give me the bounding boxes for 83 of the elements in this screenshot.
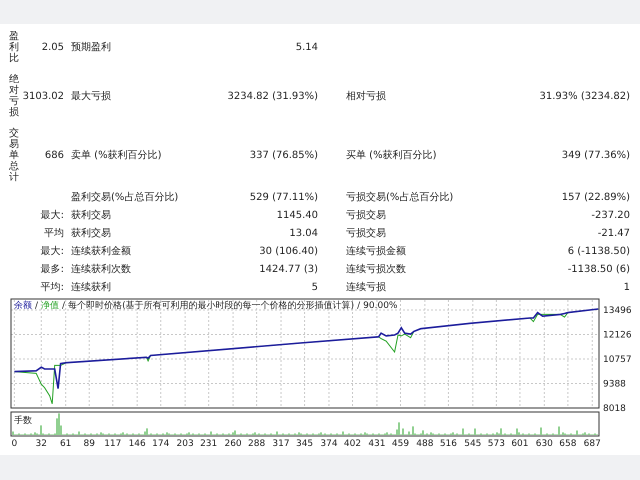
- stat-label: 买单 (%获利百分比): [346, 150, 436, 160]
- stat-label: 连续获利金额: [71, 246, 131, 256]
- axis-label: 431: [368, 439, 386, 449]
- stat-value: 6 (-1138.50): [568, 246, 630, 256]
- stat-lead: 3103.02: [22, 90, 64, 102]
- axis-label: 13496: [603, 306, 632, 316]
- stat-label: 连续获利次数: [71, 264, 131, 274]
- axis-label: 260: [224, 439, 242, 449]
- stat-lead: 2.05: [42, 42, 64, 52]
- stat-value: -21.47: [598, 228, 630, 238]
- row-heading: 盈利比: [9, 30, 19, 64]
- axis-label: 9388: [603, 380, 626, 390]
- axis-label: 89: [84, 439, 95, 449]
- stat-value: 529 (77.11%): [250, 192, 318, 202]
- stat-label: 连续亏损: [346, 282, 386, 292]
- stat-value: 1: [624, 282, 630, 292]
- stat-label: 获利交易: [71, 228, 111, 238]
- legend-label: 余额: [14, 301, 32, 311]
- stat-label: 预期盈利: [71, 42, 111, 52]
- stat-value: 3234.82 (31.93%): [228, 90, 318, 102]
- row-heading: 交易单总计: [9, 128, 19, 182]
- stat-label: 连续亏损次数: [346, 264, 406, 274]
- axis-label: 374: [320, 439, 338, 449]
- axis-label: 203: [176, 439, 194, 449]
- axis-label: 61: [60, 439, 72, 449]
- legend-separator: /: [62, 301, 66, 311]
- stat-value: 5.14: [296, 42, 318, 52]
- stat-lead: 平均:: [40, 282, 64, 292]
- axis-label: 12126: [603, 330, 632, 340]
- axis-label: 288: [248, 439, 266, 449]
- axis-label: 658: [559, 439, 576, 449]
- axis-label: 687: [584, 439, 601, 449]
- axis-label: 174: [152, 439, 170, 449]
- stat-value: 13.04: [289, 228, 318, 238]
- stat-label: 盈利交易(%占总百分比): [71, 192, 178, 202]
- stat-lead: 686: [44, 150, 64, 160]
- modelling-quality: 90.00%: [363, 301, 398, 311]
- axis-label: 459: [392, 439, 410, 449]
- stat-value: -237.20: [591, 210, 630, 220]
- row-heading: 绝对亏损: [9, 74, 19, 118]
- volume-label: 手数: [14, 416, 32, 426]
- stat-lead: 最多:: [40, 264, 64, 274]
- axis-label: 32: [36, 439, 47, 449]
- stat-value: 157 (22.89%): [562, 192, 630, 202]
- axis-label: 516: [440, 439, 458, 449]
- stat-label: 连续获利: [71, 282, 111, 292]
- stat-value: 5: [312, 282, 318, 292]
- stat-value: 337 (76.85%): [250, 150, 318, 160]
- axis-label: 0: [12, 439, 18, 449]
- stat-lead: 最大:: [40, 246, 64, 256]
- stat-label: 亏损交易: [346, 228, 386, 238]
- chart-description: 每个即时价格(基于所有可利用的最小时段的每一个价格的分形插值计算): [68, 301, 354, 311]
- axis-label: 231: [200, 439, 218, 449]
- axis-label: 8018: [603, 404, 626, 414]
- axis-label: 117: [104, 439, 122, 449]
- stat-lead: 平均: [44, 228, 64, 238]
- stat-label: 获利交易: [71, 210, 111, 220]
- axis-label: 630: [536, 439, 553, 449]
- axis-label: 545: [464, 439, 482, 449]
- stat-value: 31.93% (3234.82): [540, 90, 630, 102]
- axis-label: 10757: [603, 355, 632, 365]
- axis-label: 317: [272, 439, 290, 449]
- stat-label: 亏损交易(%占总百分比): [346, 192, 454, 202]
- stat-label: 连续亏损金额: [346, 246, 406, 256]
- axis-label: 573: [488, 439, 505, 449]
- stat-label: 相对亏损: [346, 90, 386, 102]
- legend-label: 净值: [41, 301, 60, 311]
- stat-value: 1424.77 (3): [259, 264, 318, 274]
- legend-separator: /: [35, 301, 38, 311]
- axis-label: 601: [511, 439, 529, 449]
- stat-lead: 最大:: [40, 210, 64, 220]
- stat-label: 最大亏损: [71, 90, 111, 102]
- stat-label: 卖单 (%获利百分比): [71, 150, 162, 160]
- axis-label: 146: [128, 439, 146, 449]
- axis-label: 488: [416, 439, 434, 449]
- stat-value: 1145.40: [276, 210, 318, 220]
- legend-separator: /: [357, 301, 360, 311]
- stat-value: 30 (106.40): [259, 246, 318, 256]
- stat-value: -1138.50 (6): [568, 264, 630, 274]
- stat-label: 亏损交易: [346, 210, 386, 220]
- stat-value: 349 (77.36%): [562, 150, 630, 160]
- axis-label: 402: [344, 439, 362, 449]
- axis-label: 345: [296, 439, 314, 449]
